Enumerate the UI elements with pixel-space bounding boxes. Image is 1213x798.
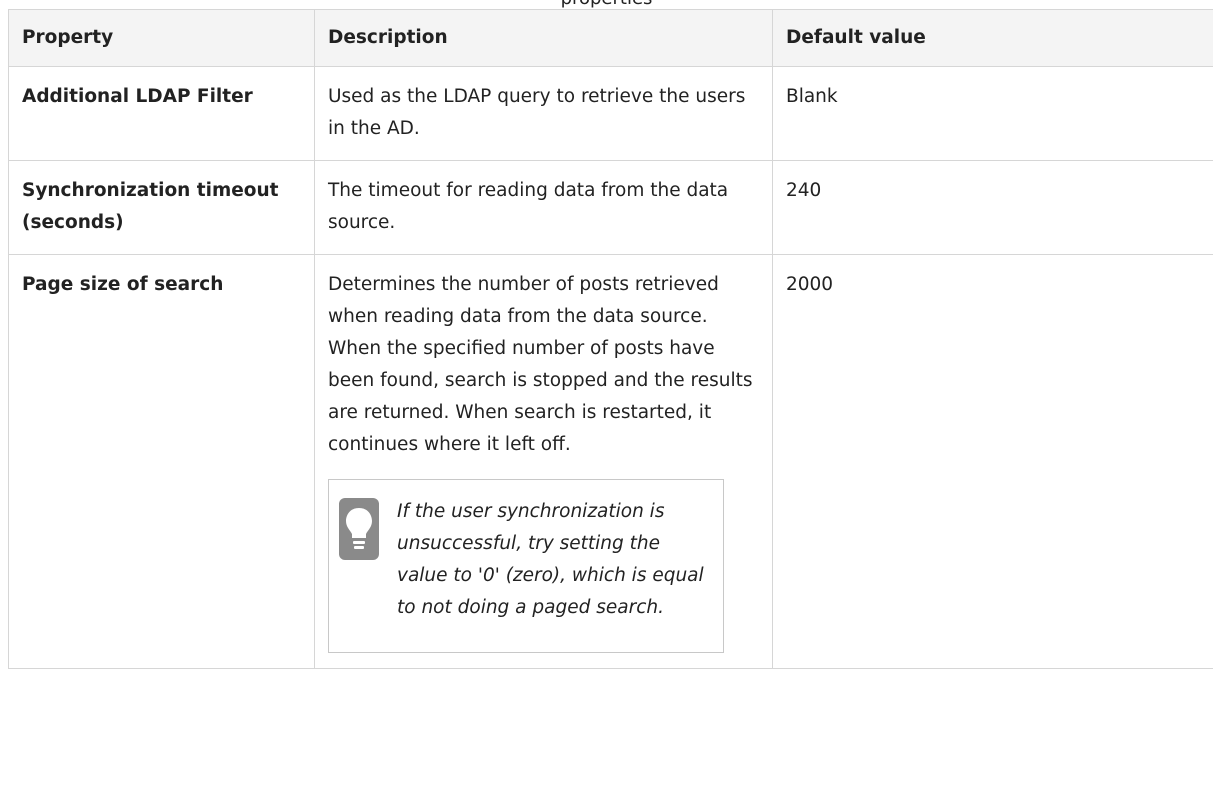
- column-header-description: Description: [314, 9, 773, 67]
- property-default-value: 240: [772, 160, 1213, 255]
- property-description: Used as the LDAP query to retrieve the u…: [314, 66, 773, 161]
- column-header-property: Property: [8, 9, 315, 67]
- column-header-default-value: Default value: [772, 9, 1213, 67]
- property-name: Additional LDAP Filter: [8, 66, 315, 161]
- table-row: Synchronization timeout (seconds) The ti…: [8, 160, 1213, 255]
- table-header-row: Property Description Default value: [8, 9, 1213, 67]
- table-row: Page size of search Determines the numbe…: [8, 254, 1213, 669]
- tip-text: If the user synchronization is unsuccess…: [397, 501, 704, 618]
- property-description: Determines the number of posts retrieved…: [328, 274, 753, 455]
- property-default-value: Blank: [772, 66, 1213, 161]
- property-name: Page size of search: [8, 254, 315, 669]
- property-description: The timeout for reading data from the da…: [314, 160, 773, 255]
- table-row: Additional LDAP Filter Used as the LDAP …: [8, 66, 1213, 161]
- property-name: Synchronization timeout (seconds): [8, 160, 315, 255]
- table-caption: properties: [0, 0, 1213, 9]
- property-description-cell: Determines the number of posts retrieved…: [314, 254, 773, 669]
- property-default-value: 2000: [772, 254, 1213, 669]
- lightbulb-icon: [339, 498, 379, 560]
- tip-callout: If the user synchronization is unsuccess…: [328, 479, 724, 653]
- properties-table: Property Description Default value Addit…: [8, 9, 1213, 669]
